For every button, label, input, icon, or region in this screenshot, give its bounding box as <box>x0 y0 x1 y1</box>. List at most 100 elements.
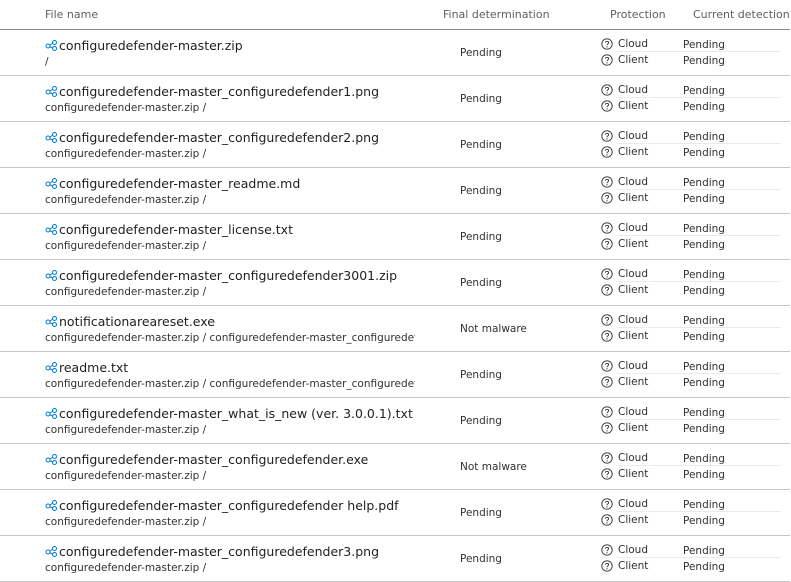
protection-cloud-label: Cloud <box>618 544 648 556</box>
protection-client-label: Client <box>618 514 649 526</box>
question-circle-icon <box>601 498 613 510</box>
file-name[interactable]: configuredefender-master_configuredefend… <box>59 84 379 99</box>
table-row[interactable]: configuredefender-master_license.txt con… <box>0 214 790 260</box>
table-row[interactable]: configuredefender-master.zip / Pending C… <box>0 30 790 76</box>
table-row[interactable]: notificationareareset.exe configuredefen… <box>0 306 790 352</box>
table-row[interactable]: configuredefender-master_readme.md confi… <box>0 168 790 214</box>
file-name[interactable]: configuredefender-master_readme.md <box>59 176 300 191</box>
question-circle-icon <box>601 452 613 464</box>
question-circle-icon <box>601 268 613 280</box>
table-row[interactable]: configuredefender-master_configuredefend… <box>0 536 790 582</box>
protection-client-label: Client <box>618 284 649 296</box>
client-detection-value: Pending <box>683 331 725 343</box>
protection-cloud: Cloud <box>601 84 648 96</box>
protection-cloud-label: Cloud <box>618 268 648 280</box>
protection-cloud-label: Cloud <box>618 314 648 326</box>
share-nodes-icon <box>45 86 57 97</box>
protection-cloud-label: Cloud <box>618 130 648 142</box>
protection-divider <box>617 189 781 190</box>
column-header-file-name[interactable]: File name <box>45 8 98 21</box>
table-row[interactable]: readme.txt configuredefender-master.zip … <box>0 352 790 398</box>
final-determination-value: Pending <box>460 415 502 427</box>
cloud-detection-value: Pending <box>683 407 725 419</box>
protection-client: Client <box>601 376 648 388</box>
question-circle-icon <box>601 222 613 234</box>
protection-client-label: Client <box>618 100 649 112</box>
question-circle-icon <box>601 84 613 96</box>
question-circle-icon <box>601 514 613 526</box>
share-nodes-icon <box>45 40 57 51</box>
file-name[interactable]: configuredefender-master.zip <box>59 38 243 53</box>
final-determination-value: Not malware <box>460 461 527 473</box>
cloud-detection-value: Pending <box>683 177 725 189</box>
question-circle-icon <box>601 468 613 480</box>
cloud-detection-value: Pending <box>683 269 725 281</box>
final-determination-value: Pending <box>460 277 502 289</box>
table-header: File name Final determination Protection… <box>0 0 790 30</box>
file-path: configuredefender-master.zip / <box>45 194 207 206</box>
question-circle-icon <box>601 176 613 188</box>
protection-divider <box>617 419 781 420</box>
protection-divider <box>617 51 781 52</box>
final-determination-value: Pending <box>460 139 502 151</box>
client-detection-value: Pending <box>683 515 725 527</box>
protection-cloud-label: Cloud <box>618 406 648 418</box>
protection-cloud: Cloud <box>601 176 648 188</box>
file-path: configuredefender-master.zip / <box>45 516 207 528</box>
protection-divider <box>617 465 781 466</box>
protection-client-label: Client <box>618 54 649 66</box>
cloud-detection-value: Pending <box>683 545 725 557</box>
file-name-cell: configuredefender-master_configuredefend… <box>45 544 379 559</box>
protection-divider <box>617 511 781 512</box>
file-name[interactable]: configuredefender-master_configuredefend… <box>59 544 379 559</box>
question-circle-icon <box>601 330 613 342</box>
table-body: configuredefender-master.zip / Pending C… <box>0 30 791 582</box>
table-row[interactable]: configuredefender-master_configuredefend… <box>0 490 790 536</box>
protection-cloud: Cloud <box>601 314 648 326</box>
file-path: configuredefender-master.zip / <box>45 562 207 574</box>
file-name[interactable]: notificationareareset.exe <box>59 314 215 329</box>
share-nodes-icon <box>45 316 57 327</box>
client-detection-value: Pending <box>683 239 725 251</box>
column-header-protection[interactable]: Protection <box>610 8 666 21</box>
table-row[interactable]: configuredefender-master_configuredefend… <box>0 260 790 306</box>
question-circle-icon <box>601 406 613 418</box>
final-determination-value: Pending <box>460 507 502 519</box>
protection-client: Client <box>601 468 648 480</box>
table-row[interactable]: configuredefender-master_configuredefend… <box>0 76 790 122</box>
question-circle-icon <box>601 376 613 388</box>
protection-cloud-label: Cloud <box>618 498 648 510</box>
protection-client: Client <box>601 330 648 342</box>
client-detection-value: Pending <box>683 561 725 573</box>
file-name[interactable]: configuredefender-master_what_is_new (ve… <box>59 406 413 421</box>
table-row[interactable]: configuredefender-master_configuredefend… <box>0 122 790 168</box>
file-name[interactable]: configuredefender-master_configuredefend… <box>59 130 379 145</box>
protection-divider <box>617 97 781 98</box>
table-row[interactable]: configuredefender-master_what_is_new (ve… <box>0 398 790 444</box>
final-determination-value: Pending <box>460 231 502 243</box>
protection-client: Client <box>601 560 648 572</box>
final-determination-value: Pending <box>460 47 502 59</box>
table-row[interactable]: configuredefender-master_configuredefend… <box>0 444 790 490</box>
question-circle-icon <box>601 54 613 66</box>
file-path: configuredefender-master.zip / <box>45 424 207 436</box>
client-detection-value: Pending <box>683 423 725 435</box>
question-circle-icon <box>601 192 613 204</box>
share-nodes-icon <box>45 500 57 511</box>
file-name[interactable]: configuredefender-master_license.txt <box>59 222 293 237</box>
file-name[interactable]: configuredefender-master_configuredefend… <box>59 498 399 513</box>
file-path: configuredefender-master.zip / <box>45 240 207 252</box>
column-header-final-determination[interactable]: Final determination <box>443 8 550 21</box>
client-detection-value: Pending <box>683 55 725 67</box>
question-circle-icon <box>601 314 613 326</box>
final-determination-value: Pending <box>460 369 502 381</box>
file-name[interactable]: configuredefender-master_configuredefend… <box>59 268 397 283</box>
file-name[interactable]: configuredefender-master_configuredefend… <box>59 452 368 467</box>
cloud-detection-value: Pending <box>683 315 725 327</box>
share-nodes-icon <box>45 408 57 419</box>
file-name-cell: notificationareareset.exe <box>45 314 215 329</box>
file-name-cell: configuredefender-master_configuredefend… <box>45 498 399 513</box>
column-header-current-detection[interactable]: Current detection <box>693 8 790 21</box>
file-name[interactable]: readme.txt <box>59 360 128 375</box>
cloud-detection-value: Pending <box>683 361 725 373</box>
